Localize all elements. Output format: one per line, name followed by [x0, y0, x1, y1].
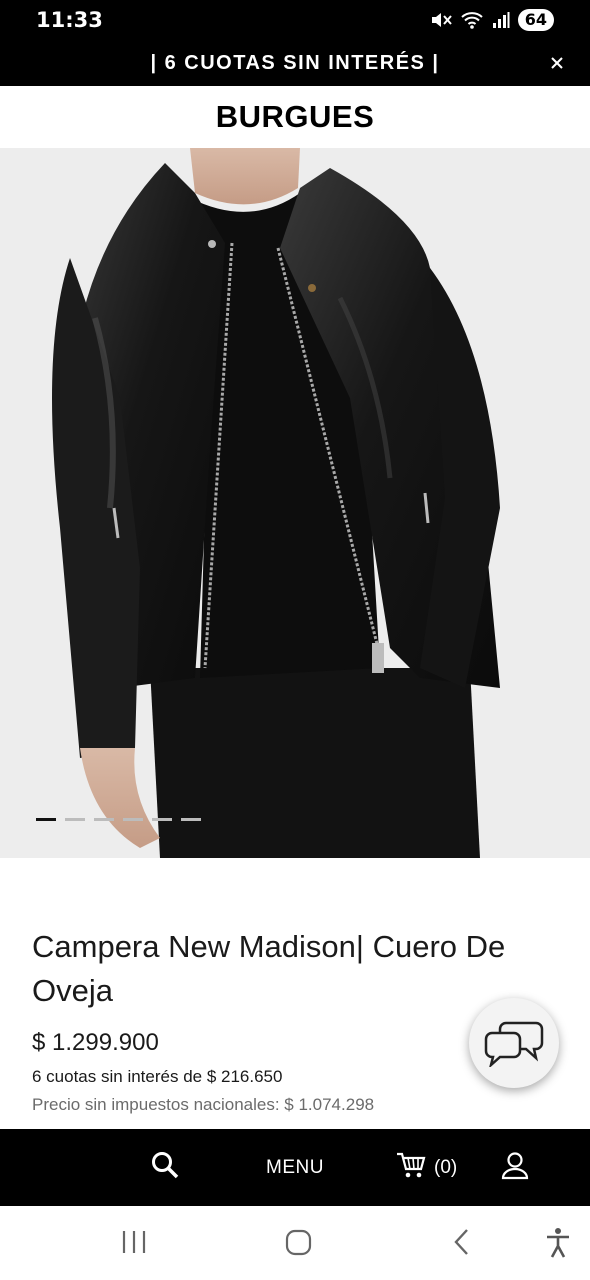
promo-text: | 6 CUOTAS SIN INTERÉS | — [150, 51, 440, 74]
carousel-dot[interactable] — [65, 818, 85, 821]
product-image-carousel[interactable] — [0, 148, 590, 858]
product-photo — [0, 148, 590, 858]
price-without-tax: Precio sin impuestos nacionales: $ 1.074… — [32, 1095, 375, 1114]
search-button[interactable] — [150, 1129, 180, 1206]
status-bar: 11:33 64 — [0, 0, 590, 40]
chat-button[interactable] — [469, 998, 559, 1088]
mute-icon — [430, 10, 452, 30]
promo-banner: | 6 CUOTAS SIN INTERÉS | — [0, 40, 590, 86]
cart-icon — [396, 1151, 426, 1184]
product-title: Campera New Madison| Cuero De Oveja — [32, 929, 506, 1008]
signal-icon — [492, 11, 510, 29]
accessibility-icon[interactable] — [544, 1226, 572, 1265]
header: BURGUES — [0, 86, 590, 148]
cart-button[interactable]: (0) — [396, 1129, 457, 1206]
chat-bubbles-icon — [482, 1015, 546, 1072]
close-icon[interactable] — [546, 52, 568, 74]
carousel-indicators — [36, 818, 201, 821]
status-icons: 64 — [430, 9, 554, 31]
recents-icon[interactable] — [120, 1226, 148, 1263]
user-icon — [500, 1150, 530, 1185]
search-icon — [150, 1150, 180, 1185]
home-icon[interactable] — [284, 1226, 314, 1263]
bottom-navigation: MENU (0) — [0, 1129, 590, 1206]
system-navigation-bar — [0, 1206, 590, 1280]
wifi-icon — [460, 10, 484, 30]
carousel-dot[interactable] — [152, 818, 172, 821]
status-time: 11:33 — [36, 8, 103, 32]
carousel-dot[interactable] — [181, 818, 201, 821]
account-button[interactable] — [500, 1129, 530, 1206]
brand-logo[interactable]: BURGUES — [216, 99, 375, 135]
back-icon[interactable] — [450, 1226, 474, 1263]
carousel-dot[interactable] — [94, 818, 114, 821]
cart-count: (0) — [434, 1156, 458, 1178]
menu-button[interactable]: MENU — [266, 1129, 324, 1206]
menu-label: MENU — [266, 1156, 324, 1178]
carousel-dot[interactable] — [36, 818, 56, 821]
battery-indicator: 64 — [517, 9, 554, 31]
carousel-dot[interactable] — [123, 818, 143, 821]
